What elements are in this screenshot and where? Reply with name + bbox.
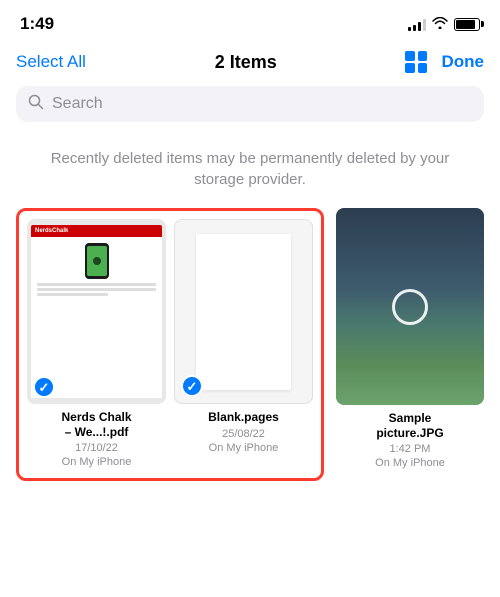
file-thumbnail: NerdsChalk bbox=[27, 219, 166, 404]
nav-title: 2 Items bbox=[215, 52, 277, 73]
grid-view-icon[interactable] bbox=[405, 51, 427, 73]
battery-icon bbox=[454, 18, 480, 31]
check-badge bbox=[181, 375, 203, 397]
search-placeholder: Search bbox=[52, 95, 103, 113]
file-name: Blank.pages bbox=[208, 410, 279, 424]
file-date: 1:42 PM On My iPhone bbox=[375, 442, 445, 471]
recently-deleted-message: Recently deleted items may be permanentl… bbox=[0, 132, 500, 208]
status-time: 1:49 bbox=[20, 14, 54, 34]
file-thumbnail bbox=[336, 208, 484, 405]
file-thumbnail bbox=[174, 219, 313, 404]
signal-icon bbox=[408, 18, 426, 31]
status-icons bbox=[408, 17, 480, 32]
search-bar-container: Search bbox=[0, 86, 500, 132]
files-grid: NerdsChalk Nerds C bbox=[0, 208, 500, 481]
done-button[interactable]: Done bbox=[441, 52, 484, 72]
file-name: Sample picture.JPG bbox=[376, 411, 443, 440]
search-icon bbox=[28, 94, 44, 114]
file-item[interactable]: Sample picture.JPG 1:42 PM On My iPhone bbox=[336, 208, 484, 481]
search-bar[interactable]: Search bbox=[16, 86, 484, 122]
nav-bar: Select All 2 Items Done bbox=[0, 40, 500, 86]
status-bar: 1:49 bbox=[0, 0, 500, 40]
select-all-button[interactable]: Select All bbox=[16, 52, 86, 72]
nav-right-actions: Done bbox=[405, 51, 484, 73]
file-name: Nerds Chalk – We...!.pdf bbox=[61, 410, 131, 439]
selection-outline: NerdsChalk Nerds C bbox=[16, 208, 324, 481]
file-date: 17/10/22 On My iPhone bbox=[62, 441, 132, 470]
file-date: 25/08/22 On My iPhone bbox=[209, 427, 279, 456]
file-item[interactable]: Blank.pages 25/08/22 On My iPhone bbox=[174, 219, 313, 470]
wifi-icon bbox=[432, 17, 448, 32]
file-item[interactable]: NerdsChalk Nerds C bbox=[27, 219, 166, 470]
